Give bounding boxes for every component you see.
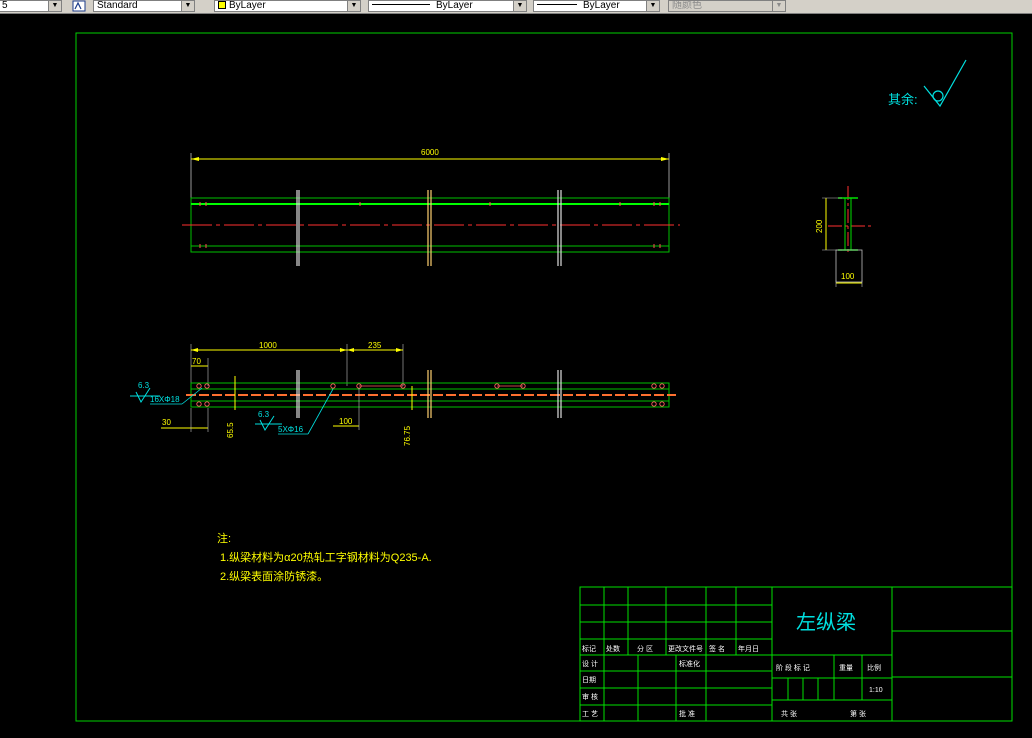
properties-toolbar: 5 ▼ Standard ▼ ByLayer ▼ ByLayer ▼ ByLay…: [0, 0, 1032, 14]
tb-count: 处数: [606, 644, 620, 653]
chevron-down-icon: ▼: [513, 1, 526, 11]
plot-style-combo[interactable]: 随颜色 ▼: [668, 0, 786, 12]
dim-30: 30: [162, 418, 171, 427]
dim-76-75: 76.75: [403, 425, 412, 446]
text-style-icon[interactable]: [72, 0, 86, 12]
tb-sheet: 第 张: [850, 709, 866, 718]
holes-5x16: 5XΦ16: [278, 425, 304, 434]
tb-sign: 签 名: [709, 644, 725, 653]
lineweight-combo[interactable]: ByLayer ▼: [533, 0, 660, 12]
text-style-value: Standard: [97, 0, 138, 11]
roughness-6-3-mid: 6.3: [258, 410, 270, 419]
chevron-down-icon: ▼: [181, 1, 194, 11]
lineweight-value: ByLayer: [583, 0, 620, 11]
plot-style-value: 随颜色: [672, 0, 702, 11]
note-line-1: 1.纵梁材料为α20热轧工字钢材料为Q235-A.: [220, 550, 432, 564]
tb-scale: 1:10: [869, 687, 883, 694]
dim-65-5: 65.5: [226, 422, 235, 438]
partial-combo-value: 5: [2, 0, 8, 11]
dim-100-front: 100: [339, 417, 353, 426]
tb-date-label: 日期: [582, 676, 596, 684]
dim-200: 200: [815, 219, 824, 233]
technical-notes: 注: 1.纵梁材料为α20热轧工字钢材料为Q235-A. 2.纵梁表面涂防锈漆。: [217, 531, 432, 583]
tb-docno: 更改文件号: [668, 644, 703, 653]
drawing-canvas[interactable]: 其余: 6000 200 100 1000 235 70 6.3 16XΦ18 …: [0, 14, 1032, 738]
textstyle-partial-combo[interactable]: 5 ▼: [0, 0, 62, 12]
linetype-sample-icon: [372, 4, 430, 5]
tb-craft: 工 艺: [582, 710, 598, 718]
top-view: 6000: [182, 148, 680, 266]
dim-1000: 1000: [259, 341, 277, 350]
chevron-down-icon: ▼: [772, 1, 785, 11]
title-block-text: 左纵梁 标记 处数 分 区 更改文件号 签 名 年月日 设 计 标准化 日期 审…: [582, 611, 883, 718]
drawing-border: [75, 32, 1013, 722]
title-block: [579, 586, 1013, 722]
tb-design: 设 计: [582, 659, 598, 668]
dim-235: 235: [368, 341, 382, 350]
tb-zone: 分 区: [637, 644, 653, 653]
tb-approve: 批 准: [679, 709, 695, 718]
dim-6000: 6000: [421, 148, 439, 157]
linetype-value: ByLayer: [436, 0, 473, 11]
tb-standard: 标准化: [679, 659, 700, 668]
roughness-6-3-left: 6.3: [138, 381, 150, 390]
chevron-down-icon: ▼: [347, 1, 360, 11]
tb-total: 共 张: [781, 709, 797, 718]
color-value: ByLayer: [229, 0, 266, 11]
front-view: 1000 235 70 6.3 16XΦ18 30 65.5 6.3 5XΦ16…: [130, 341, 676, 446]
chevron-down-icon: ▼: [646, 1, 659, 11]
section-view: 200 100: [815, 186, 872, 287]
color-combo[interactable]: ByLayer ▼: [214, 0, 361, 12]
tb-date: 年月日: [738, 644, 759, 653]
linetype-combo[interactable]: ByLayer ▼: [368, 0, 527, 12]
tb-ratio: 比例: [867, 663, 881, 672]
text-style-combo[interactable]: Standard ▼: [93, 0, 195, 12]
holes-16x18: 16XΦ18: [150, 395, 180, 404]
notes-title: 注:: [217, 531, 231, 545]
note-line-2: 2.纵梁表面涂防锈漆。: [220, 569, 328, 583]
tb-weight: 重量: [839, 664, 853, 672]
chevron-down-icon: ▼: [48, 1, 61, 11]
tb-stage: 阶 段 标 记: [776, 663, 810, 672]
tb-check: 审 核: [582, 692, 598, 701]
dim-70: 70: [192, 357, 201, 366]
yellow-swatch-icon: [218, 1, 226, 9]
part-name: 左纵梁: [796, 611, 856, 634]
dim-100-section: 100: [841, 272, 855, 281]
lineweight-sample-icon: [537, 4, 577, 5]
roughness-symbol-icon: [923, 59, 967, 108]
roughness-note: 其余:: [888, 92, 918, 107]
tb-mark: 标记: [582, 644, 596, 653]
